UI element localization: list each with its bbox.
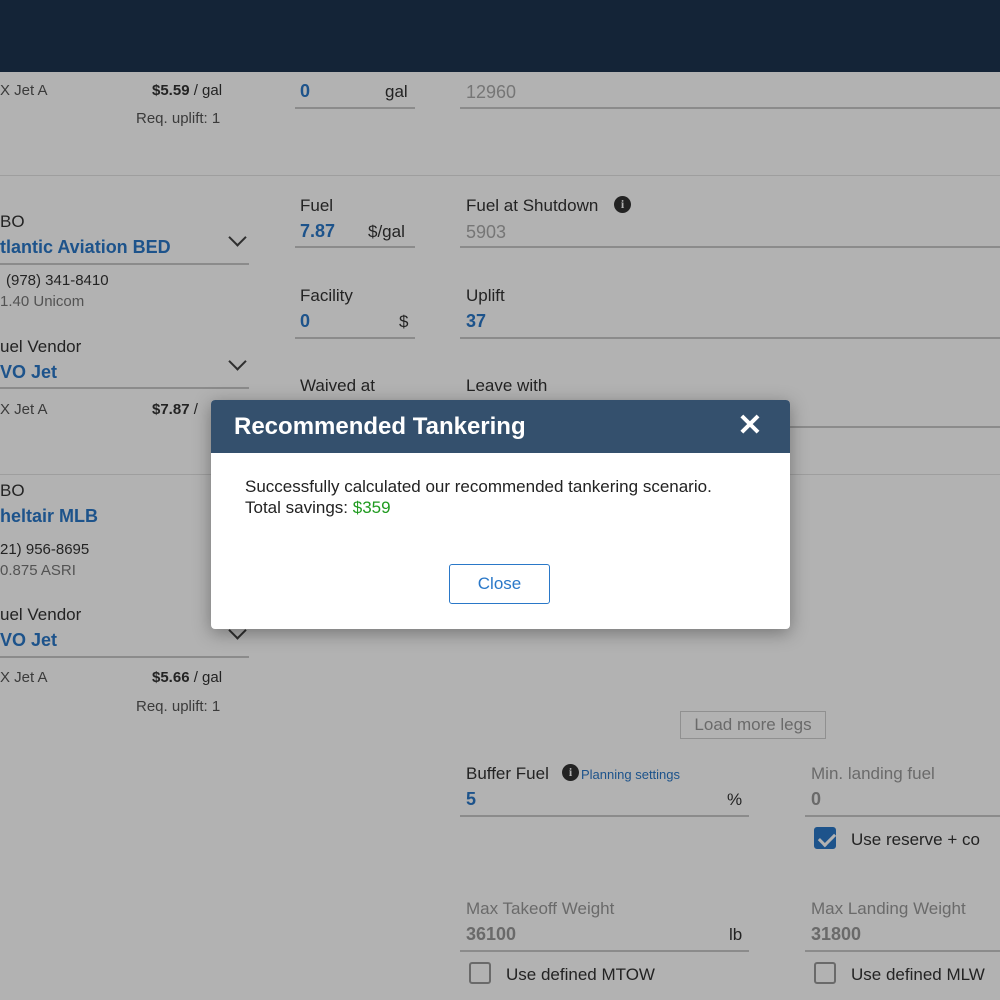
- dialog-title: Recommended Tankering: [234, 413, 526, 440]
- recommended-tankering-dialog: Recommended Tankering ✕ Successfully cal…: [211, 400, 790, 629]
- total-savings: Total savings: $359: [245, 497, 712, 518]
- total-savings-value: $359: [352, 498, 391, 517]
- success-message: Successfully calculated our recommended …: [245, 477, 712, 496]
- close-icon[interactable]: ✕: [735, 409, 765, 443]
- total-savings-label: Total savings:: [245, 498, 353, 517]
- dialog-message: Successfully calculated our recommended …: [245, 476, 712, 518]
- dialog-header: Recommended Tankering ✕: [211, 400, 790, 453]
- close-button[interactable]: Close: [449, 564, 550, 604]
